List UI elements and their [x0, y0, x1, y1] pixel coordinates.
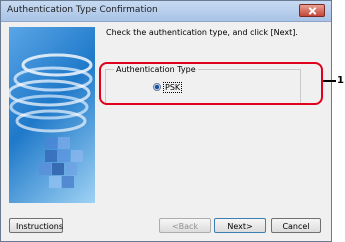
- close-icon[interactable]: [299, 4, 325, 17]
- callout-leader-line: [323, 80, 336, 82]
- window-title: Authentication Type Confirmation: [7, 5, 158, 15]
- callout-number: 1: [337, 75, 344, 86]
- cancel-button[interactable]: Cancel: [271, 218, 321, 233]
- callout-highlight: [99, 62, 323, 105]
- back-button[interactable]: <Back: [159, 218, 211, 233]
- decorative-illustration: [9, 27, 95, 203]
- next-button[interactable]: Next>: [214, 218, 266, 233]
- instruction-text: Check the authentication type, and click…: [106, 28, 298, 37]
- instructions-button[interactable]: Instructions: [9, 218, 63, 233]
- dialog-window: Authentication Type Confirmation Check t…: [0, 0, 332, 242]
- title-bar: Authentication Type Confirmation: [1, 1, 331, 22]
